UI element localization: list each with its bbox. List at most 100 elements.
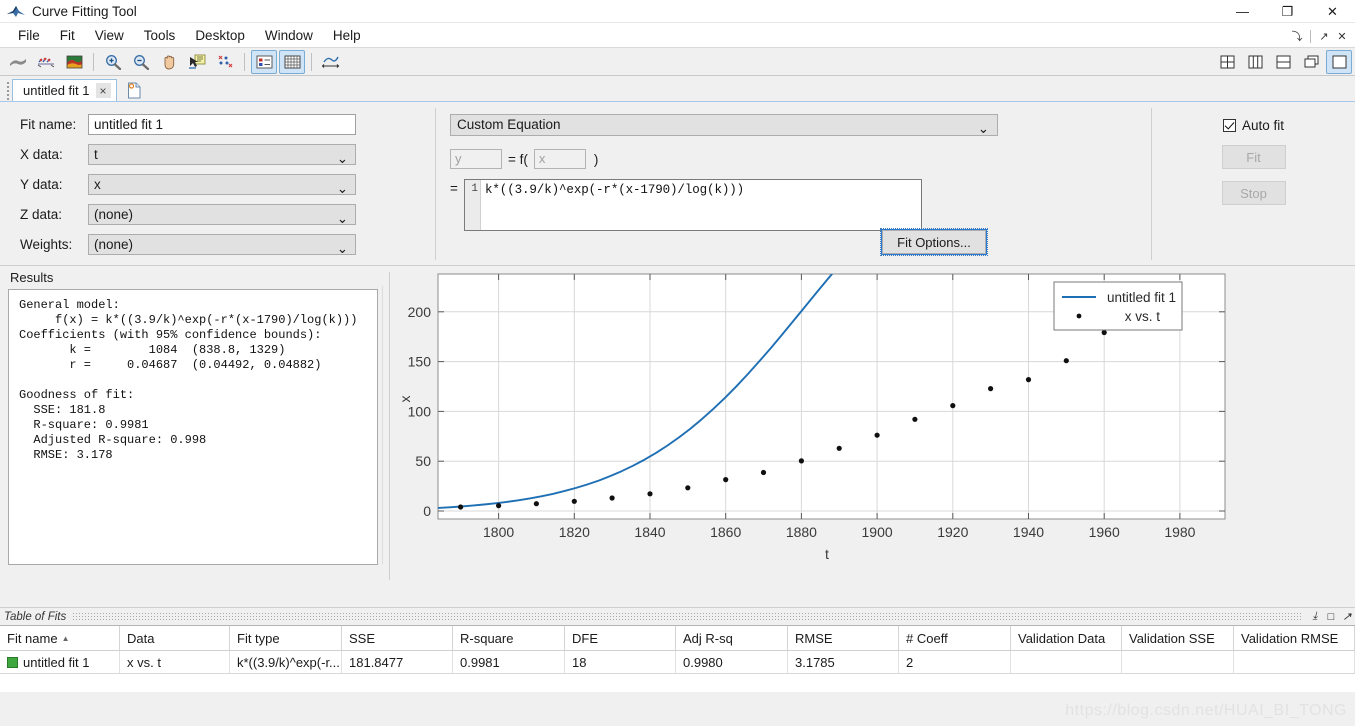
cell-validation-sse[interactable] — [1122, 651, 1234, 673]
column-header-validation-sse[interactable]: Validation SSE — [1122, 626, 1234, 650]
zoom-out-icon[interactable] — [128, 50, 154, 74]
fit-type-select[interactable]: Custom Equation ⌄ — [450, 114, 998, 136]
legend-toggle-icon[interactable] — [251, 49, 277, 74]
cell-dfe[interactable]: 18 — [565, 651, 676, 673]
cell-validation-rmse[interactable] — [1234, 651, 1355, 673]
column-header-adj-r-sq[interactable]: Adj R-sq — [676, 626, 788, 650]
arg-input[interactable]: x — [533, 149, 586, 169]
column-header-fit-type[interactable]: Fit type — [230, 626, 342, 650]
stop-button[interactable]: Stop — [1221, 181, 1286, 205]
minimize-panel-icon[interactable]: ⤓ — [1307, 609, 1323, 624]
menu-help[interactable]: Help — [323, 26, 371, 45]
dock-arrow-icon[interactable]: ↗ — [1315, 27, 1333, 45]
close-panel-icon[interactable]: ✕ — [1333, 27, 1351, 45]
function-signature-row: y = f( x ) — [450, 148, 1151, 170]
cell-rmse[interactable]: 3.1785 — [788, 651, 899, 673]
menu-fit[interactable]: Fit — [50, 26, 85, 45]
svg-text:1960: 1960 — [1089, 524, 1120, 540]
grid-toggle-icon[interactable] — [279, 49, 305, 74]
column-header-sse[interactable]: SSE — [342, 626, 453, 650]
cell-sse[interactable]: 181.8477 — [342, 651, 453, 673]
column-header-validation-rmse[interactable]: Validation RMSE — [1234, 626, 1355, 650]
equation-group: Custom Equation ⌄ y = f( x ) = 1 k*((3.9… — [436, 102, 1151, 266]
window-controls: — ❐ ✕ — [1220, 0, 1355, 23]
y-data-select[interactable]: x ⌄ — [88, 173, 356, 196]
window-title: Curve Fitting Tool — [32, 3, 137, 19]
zoom-in-icon[interactable] — [100, 50, 126, 74]
column-header-num-coeff[interactable]: # Coeff — [899, 626, 1011, 650]
sort-ascending-icon: ▲ — [61, 633, 70, 643]
axis-limits-icon[interactable] — [318, 50, 344, 74]
results-title: Results — [10, 270, 54, 285]
equation-editor[interactable]: 1 k*((3.9/k)^exp(-r*(x-1790)/log(k))) — [464, 179, 922, 231]
maximize-panel-icon[interactable]: □ — [1323, 609, 1339, 624]
contour-plot-icon[interactable] — [61, 50, 87, 74]
fit-type-value: Custom Equation — [457, 117, 561, 132]
svg-text:1940: 1940 — [1013, 524, 1044, 540]
single-layout-icon[interactable] — [1326, 49, 1352, 74]
minimize-button[interactable]: — — [1220, 0, 1265, 23]
svg-text:0: 0 — [423, 503, 431, 519]
cell-fit-type[interactable]: k*((3.9/k)^exp(-r... — [230, 651, 342, 673]
data-cursor-icon[interactable] — [184, 50, 210, 74]
cell-validation-data[interactable] — [1011, 651, 1122, 673]
auto-fit-checkbox[interactable]: Auto fit — [1222, 118, 1284, 133]
app-icon — [6, 3, 26, 19]
tile-grid-layout-icon[interactable] — [1214, 50, 1240, 74]
column-header-validation-data[interactable]: Validation Data — [1011, 626, 1122, 650]
menu-desktop[interactable]: Desktop — [185, 26, 255, 45]
tab-strip-grip[interactable] — [4, 81, 12, 101]
tile-horizontal-layout-icon[interactable] — [1270, 50, 1296, 74]
tile-vertical-layout-icon[interactable] — [1242, 50, 1268, 74]
residuals-plot-icon[interactable] — [33, 50, 59, 74]
equation-text[interactable]: k*((3.9/k)^exp(-r*(x-1790)/log(k))) — [481, 180, 744, 230]
results-panel: Results General model: f(x) = k*((3.9/k)… — [0, 266, 389, 586]
x-data-value: t — [94, 146, 98, 162]
new-fit-icon[interactable] — [123, 79, 147, 101]
cell-r-square[interactable]: 0.9981 — [453, 651, 565, 673]
table-of-fits: Fit name ▲ Data Fit type SSE R-square DF… — [0, 625, 1355, 692]
fit-name-input[interactable]: untitled fit 1 — [88, 113, 356, 135]
restore-button[interactable]: ❐ — [1265, 0, 1310, 23]
z-data-select[interactable]: (none) ⌄ — [88, 203, 356, 226]
tab-untitled-fit-1[interactable]: untitled fit 1 × — [12, 79, 117, 101]
exclude-outliers-icon[interactable] — [212, 50, 238, 74]
menu-window[interactable]: Window — [255, 26, 323, 45]
lhs-input[interactable]: y — [450, 149, 502, 169]
plot-panel[interactable]: 0 50 100 150 200 1800 1820 1840 1860 188… — [390, 266, 1355, 586]
menu-tools[interactable]: Tools — [134, 26, 186, 45]
checkbox-icon — [1222, 119, 1236, 132]
cell-num-coeff[interactable]: 2 — [899, 651, 1011, 673]
undock-panel-icon[interactable]: ↗ — [1339, 609, 1355, 624]
f-close-label: ) — [593, 151, 599, 167]
fit-options-button[interactable]: Fit Options... — [880, 228, 988, 256]
x-data-select[interactable]: t ⌄ — [88, 143, 356, 166]
panel-grip[interactable] — [72, 612, 1301, 621]
y-axis-label: x — [397, 396, 413, 403]
surface-plot-icon[interactable] — [5, 50, 31, 74]
column-header-data[interactable]: Data — [120, 626, 230, 650]
menu-view[interactable]: View — [85, 26, 134, 45]
menu-file[interactable]: File — [8, 26, 50, 45]
column-header-r-square[interactable]: R-square — [453, 626, 565, 650]
close-icon[interactable]: × — [95, 83, 111, 98]
cell-adj-r-sq[interactable]: 0.9980 — [676, 651, 788, 673]
fit-button[interactable]: Fit — [1221, 145, 1286, 169]
undock-arrow-icon[interactable]: ⤵ — [1288, 27, 1306, 45]
cascade-layout-icon[interactable] — [1298, 50, 1324, 74]
fit-plot[interactable]: 0 50 100 150 200 1800 1820 1840 1860 188… — [390, 266, 1350, 586]
weights-select[interactable]: (none) ⌄ — [88, 233, 356, 256]
cell-data[interactable]: x vs. t — [120, 651, 230, 673]
fit-configuration-panel: Fit name: untitled fit 1 X data: t ⌄ Y d… — [0, 102, 1355, 266]
table-row[interactable]: untitled fit 1 x vs. t k*((3.9/k)^exp(-r… — [0, 651, 1355, 674]
pan-icon[interactable] — [156, 50, 182, 74]
close-button[interactable]: ✕ — [1310, 0, 1355, 23]
column-header-rmse[interactable]: RMSE — [788, 626, 899, 650]
column-header-dfe[interactable]: DFE — [565, 626, 676, 650]
results-scrollbar[interactable] — [382, 286, 387, 564]
cell-fit-name[interactable]: untitled fit 1 — [0, 651, 120, 673]
svg-text:200: 200 — [408, 304, 432, 320]
column-header-fit-name[interactable]: Fit name ▲ — [0, 626, 120, 650]
menu-bar: File Fit View Tools Desktop Window Help … — [0, 23, 1355, 48]
watermark-text: https://blog.csdn.net/HUAI_BI_TONG — [1065, 702, 1347, 719]
